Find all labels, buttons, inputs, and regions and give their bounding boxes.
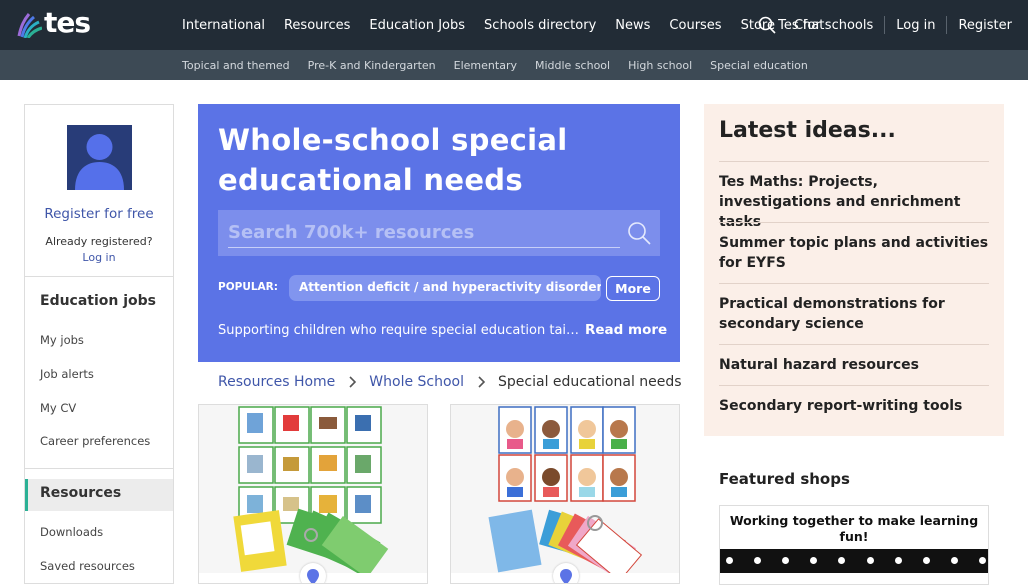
top-navigation: tes International Resources Education Jo… [0,0,1028,50]
subnav-item-special[interactable]: Special education [710,59,808,72]
resources-heading[interactable]: Resources [40,485,121,501]
sidebar-item-saved-resources[interactable]: Saved resources [40,559,135,573]
nav-item-international[interactable]: International [182,18,265,33]
search-icon[interactable] [758,16,776,34]
resource-thumbnail [199,405,427,573]
popular-label: POPULAR: [218,281,278,293]
film-strip-dots [726,557,986,565]
shop-banner-text: Working together to make learning fun! [729,513,979,544]
latest-ideas-panel: Latest ideas... Tes Maths: Projects, inv… [704,104,1004,436]
idea-link[interactable]: Summer topic plans and activities for EY… [719,222,989,273]
register-free-link[interactable]: Register for free [25,206,173,222]
featured-shops-title: Featured shops [719,470,850,488]
divider [25,276,173,277]
nav-divider [946,16,948,34]
latest-ideas-title: Latest ideas... [719,118,896,143]
hero-banner: Whole-school special educational needs r… [198,104,680,362]
tes-logo-mark-icon [17,13,42,38]
main-nav: International Resources Education Jobs S… [182,0,843,50]
read-more-link[interactable]: Read more [585,322,667,338]
sidebar-item-my-jobs[interactable]: My jobs [40,333,84,347]
pin-icon [553,563,579,583]
sidebar-item-job-alerts[interactable]: Job alerts [40,367,94,381]
user-silhouette-icon [75,134,124,190]
nav-item-education-jobs[interactable]: Education Jobs [369,18,465,33]
popular-tag-chip[interactable]: Attention deficit / and hyperactivity di… [289,275,601,301]
resource-card[interactable] [198,404,428,584]
resource-thumbnail [451,405,679,573]
login-link[interactable]: Log in [896,18,935,33]
nav-item-news[interactable]: News [615,18,650,33]
sidebar-item-career-preferences[interactable]: Career preferences [40,434,150,448]
breadcrumb-current: Special educational needs [498,374,682,390]
chevron-right-icon [349,376,357,388]
account-sidebar: Register for free Already registered? Lo… [24,104,174,584]
pin-icon [300,563,326,583]
register-link[interactable]: Register [958,18,1012,33]
nav-item-resources[interactable]: Resources [284,18,350,33]
search-input[interactable] [228,218,620,248]
subnav-item-elementary[interactable]: Elementary [454,59,517,72]
featured-shop-card[interactable]: Working together to make learning fun! [719,505,989,585]
shop-banner-strip [720,549,988,573]
resource-card[interactable] [450,404,680,584]
resource-search [218,210,660,256]
subnav-item-prek[interactable]: Pre-K and Kindergarten [308,59,436,72]
sidebar-item-my-cv[interactable]: My CV [40,401,76,415]
sidebar-login-link[interactable]: Log in [25,251,173,264]
breadcrumb-whole-school[interactable]: Whole School [369,374,464,390]
idea-link[interactable]: Secondary report-writing tools [719,385,989,416]
sub-navigation: Topical and themed Pre-K and Kindergarte… [0,50,1028,80]
search-icon[interactable] [627,221,651,245]
subnav-item-topical[interactable]: Topical and themed [182,59,290,72]
divider [25,468,173,469]
breadcrumb: Resources Home Whole School Special educ… [218,372,682,392]
tes-for-schools-link[interactable]: Tes for schools [778,18,873,33]
subnav-item-high[interactable]: High school [628,59,692,72]
breadcrumb-resources-home[interactable]: Resources Home [218,374,335,390]
idea-link[interactable]: Natural hazard resources [719,344,989,375]
nav-item-schools-directory[interactable]: Schools directory [484,18,596,33]
nav-item-courses[interactable]: Courses [669,18,721,33]
nav-divider [884,16,886,34]
nav-account-area: Tes for schools Log in Register [758,0,1012,50]
jobs-heading[interactable]: Education jobs [40,293,156,309]
tes-logo[interactable]: tes [16,6,91,40]
subnav-links: Topical and themed Pre-K and Kindergarte… [182,50,826,80]
avatar [67,125,132,190]
chevron-right-icon [478,376,486,388]
subnav-item-middle[interactable]: Middle school [535,59,610,72]
already-registered-text: Already registered? [45,235,153,248]
hero-description: Supporting children who require special … [218,323,580,338]
sidebar-item-downloads[interactable]: Downloads [40,525,103,539]
more-tags-button[interactable]: More [606,276,660,301]
idea-link[interactable]: Practical demonstrations for secondary s… [719,283,989,334]
tes-logo-text: tes [44,6,91,39]
